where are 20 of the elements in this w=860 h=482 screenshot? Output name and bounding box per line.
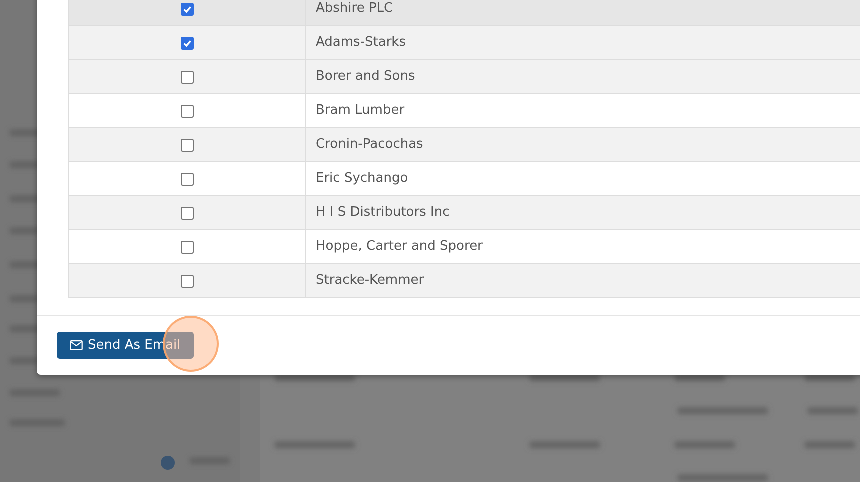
checkbox[interactable] [180, 275, 194, 288]
checkbox[interactable] [180, 37, 194, 50]
checkbox[interactable] [180, 207, 194, 220]
company-name: Abshire PLC [316, 1, 394, 16]
company-name: Stracke-Kemmer [316, 273, 424, 288]
company-name: Hoppe, Carter and Sporer [316, 239, 483, 254]
company-name: Cronin-Pacochas [316, 137, 424, 152]
checkbox[interactable] [180, 173, 194, 186]
company-name: Adams-Starks [316, 35, 406, 50]
checkbox[interactable] [180, 139, 194, 152]
checkbox[interactable] [180, 105, 194, 118]
checkbox[interactable] [180, 241, 194, 254]
envelope-icon [70, 340, 83, 351]
company-name: Eric Sychango [316, 171, 408, 186]
checkbox[interactable] [180, 71, 194, 84]
company-name: Borer and Sons [316, 69, 416, 84]
company-name: H I S Distributors Inc [316, 205, 450, 220]
company-name: Bram Lumber [316, 103, 405, 118]
toggle-icon [161, 456, 175, 470]
checkbox[interactable] [180, 3, 194, 16]
